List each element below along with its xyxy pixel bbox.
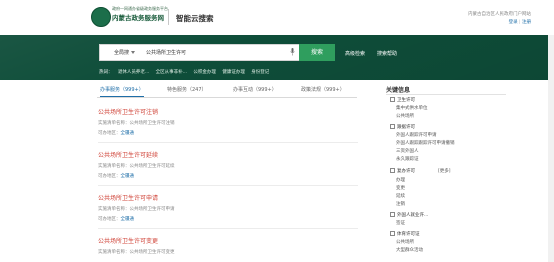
- portal-link[interactable]: 内蒙古自治区人民政府门户网站: [468, 11, 531, 17]
- result-region-value[interactable]: 全疆通: [121, 131, 135, 136]
- sidebar-category[interactable]: 卫生许可: [390, 97, 415, 103]
- login-link[interactable]: 登录: [509, 20, 518, 25]
- sidebar-item[interactable]: 变更: [396, 185, 405, 191]
- microphone-icon[interactable]: [290, 48, 295, 56]
- auth-links: 登录 | 注册: [468, 19, 531, 25]
- hot-keywords-label: 热词：: [99, 70, 113, 75]
- sidebar-item[interactable]: 集中式供水单位: [396, 105, 428, 111]
- result-code-label: 实施清单名称：: [98, 164, 130, 169]
- sidebar-category-label: 跟据许可: [397, 125, 415, 130]
- result-divider: [98, 185, 358, 186]
- logo-title[interactable]: 内蒙古政务服务网: [112, 12, 164, 22]
- result-code: 实施清单名称：公共场所卫生许可注销: [98, 120, 358, 126]
- user-area: 内蒙古自治区人民政府门户网站 登录 | 注册: [468, 11, 531, 25]
- result-item: 公共场所卫生许可申请 实施清单名称：公共场所卫生许可申请 可办地区：全疆通: [98, 193, 358, 222]
- result-region: 可办地区：全疆通: [98, 173, 358, 179]
- sidebar-title: 关键信息: [386, 87, 411, 94]
- result-divider: [98, 228, 358, 229]
- sidebar-item[interactable]: 永久跟踪证: [396, 156, 419, 162]
- sidebar-item[interactable]: 大型群众活动: [396, 247, 423, 253]
- result-region-value[interactable]: 全疆通: [121, 174, 135, 179]
- result-item: 公共场所卫生许可延续 实施清单名称：公共场所卫生许可延续 可办地区：全疆通: [98, 150, 358, 179]
- key-info-sidebar: 关键信息 卫生许可 集中式供水单位 公共场所 跟据许可 外国人跟踪许可申请 外国…: [386, 85, 506, 253]
- collapse-icon: [390, 231, 395, 236]
- result-region-label: 可办地区：: [98, 131, 121, 136]
- sidebar-category[interactable]: 体育许可证: [390, 231, 420, 237]
- sidebar-item[interactable]: 外国人跟踪跟踪许可申请撤销: [396, 140, 455, 146]
- sidebar-item[interactable]: 外国人跟踪许可申请: [396, 132, 437, 138]
- result-code-label: 实施清单名称：: [98, 207, 130, 212]
- tab-services[interactable]: 办事服务（999+）: [100, 86, 144, 97]
- result-title[interactable]: 公共场所卫生许可注销: [98, 107, 358, 116]
- sidebar-item[interactable]: 签证: [396, 220, 405, 226]
- result-code: 实施清单名称：公共场所卫生许可申请: [98, 206, 358, 212]
- search-box: 全局搜: [99, 44, 301, 61]
- tab-featured[interactable]: 特色服务（247）: [167, 86, 207, 93]
- logo-divider: [168, 9, 169, 25]
- hot-keyword[interactable]: 身份登记: [251, 70, 269, 75]
- sidebar-category-label: 外国人就业许...: [397, 213, 429, 218]
- result-code: 实施清单名称：公共场所卫生许可延续: [98, 163, 358, 169]
- result-code-value: 公共场所卫生许可申请: [129, 207, 175, 212]
- site-name: 智能云搜索: [176, 14, 214, 23]
- collapse-icon: [390, 212, 395, 217]
- hot-keyword[interactable]: 健康证办理: [222, 70, 245, 75]
- result-region: 可办地区：全疆通: [98, 130, 358, 136]
- result-code: 实施清单名称：公共场所卫生许可变更: [98, 249, 358, 255]
- hot-keyword[interactable]: 全区从事非补...: [156, 70, 187, 75]
- sidebar-category[interactable]: 跟据许可: [390, 124, 415, 130]
- result-item: 公共场所卫生许可变更 实施清单名称：公共场所卫生许可变更: [98, 236, 358, 255]
- site-logo-icon[interactable]: [91, 7, 111, 27]
- sidebar-item[interactable]: 延续: [396, 193, 405, 199]
- collapse-icon: [390, 97, 395, 102]
- result-region: 可办地区：全疆通: [98, 216, 358, 222]
- sidebar-item[interactable]: 公共场所: [396, 239, 414, 245]
- result-region-label: 可办地区：: [98, 217, 121, 222]
- sidebar-category-label: 卫生许可: [397, 98, 415, 103]
- sidebar-category[interactable]: 复办许可: [390, 168, 415, 174]
- result-region-label: 可办地区：: [98, 174, 121, 179]
- result-code-label: 实施清单名称：: [98, 250, 130, 255]
- search-banner: 全局搜 搜索 高级检索 搜索帮助 热词： 退休人员养老... 全区从事非补...…: [0, 35, 554, 80]
- result-divider: [98, 142, 358, 143]
- result-title[interactable]: 公共场所卫生许可延续: [98, 150, 358, 159]
- more-link[interactable]: [更多]: [438, 168, 451, 174]
- hot-keyword[interactable]: 公积金办理: [193, 70, 216, 75]
- page-scrollbar[interactable]: [548, 35, 554, 262]
- tab-policies[interactable]: 政策法规（999+）: [301, 86, 345, 93]
- result-tabs: 办事服务（999+） 特色服务（247） 办事互动（999+） 政策法规（999…: [97, 86, 357, 98]
- register-link[interactable]: 注册: [522, 20, 531, 25]
- result-region-value[interactable]: 全疆通: [121, 217, 135, 222]
- result-code-value: 公共场所卫生许可变更: [129, 250, 175, 255]
- sidebar-divider: [386, 94, 506, 95]
- hot-keywords: 热词： 退休人员养老... 全区从事非补... 公积金办理 健康证办理 身份登记: [99, 69, 274, 75]
- result-code-label: 实施清单名称：: [98, 121, 130, 126]
- tab-interaction[interactable]: 办事互动（999+）: [233, 86, 277, 93]
- sidebar-category-label: 复办许可: [397, 169, 415, 174]
- sidebar-item[interactable]: 公共场所: [396, 113, 414, 119]
- link-separator: |: [519, 20, 521, 25]
- sidebar-item[interactable]: 办理: [396, 177, 405, 183]
- advanced-search-link[interactable]: 高级检索: [345, 50, 365, 57]
- search-scope-select[interactable]: 全局搜: [114, 49, 136, 56]
- result-title[interactable]: 公共场所卫生许可变更: [98, 236, 358, 245]
- sidebar-category[interactable]: 外国人就业许...: [390, 212, 428, 218]
- search-button[interactable]: 搜索: [299, 44, 335, 61]
- search-scope-label: 全局搜: [114, 50, 130, 56]
- result-title[interactable]: 公共场所卫生许可申请: [98, 193, 358, 202]
- sidebar-category-label: 体育许可证: [397, 232, 420, 237]
- collapse-icon: [390, 168, 395, 173]
- sidebar-item[interactable]: 注销: [396, 201, 405, 207]
- search-input[interactable]: [146, 47, 286, 58]
- hot-keyword[interactable]: 退休人员养老...: [118, 70, 149, 75]
- chevron-down-icon: [131, 51, 136, 54]
- result-code-value: 公共场所卫生许可延续: [129, 164, 175, 169]
- sidebar-item[interactable]: 三资外国人: [396, 148, 419, 154]
- collapse-icon: [390, 124, 395, 129]
- result-item: 公共场所卫生许可注销 实施清单名称：公共场所卫生许可注销 可办地区：全疆通: [98, 107, 358, 136]
- search-help-link[interactable]: 搜索帮助: [377, 50, 397, 57]
- result-code-value: 公共场所卫生许可注销: [129, 121, 175, 126]
- top-header: 政府一网通办省级政务服务平台 内蒙古政务服务网 智能云搜索 内蒙古自治区人民政府…: [0, 0, 554, 35]
